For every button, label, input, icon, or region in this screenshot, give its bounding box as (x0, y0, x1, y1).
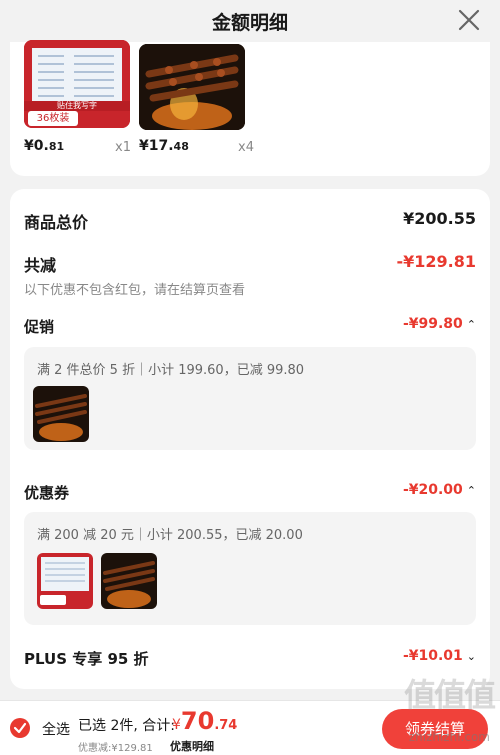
promo-product-thumb (33, 386, 89, 442)
promo-label: 促销 (24, 318, 55, 336)
product-image-strip: 贴住我写字 (24, 101, 130, 111)
plus-value-row[interactable]: -¥10.01 ⌄ (403, 648, 476, 664)
plus-value: -¥10.01 (402, 648, 463, 664)
select-all-label[interactable]: 全选 (42, 719, 70, 739)
total-int: 70 (180, 707, 215, 735)
caret-up-icon: ⌃ (466, 318, 476, 331)
product-image (139, 44, 245, 130)
coupon-label: 优惠券 (24, 484, 70, 502)
price-int: ¥0. (24, 138, 49, 154)
promo-detail: 满 2 件总价 5 折｜小计 199.60，已减 99.80 (37, 363, 305, 378)
plus-label: PLUS 专享 95 折 (24, 650, 149, 668)
watermark-url: zhizhizhi.com (408, 730, 490, 744)
amount-summary: 商品总价 ¥200.55 共减 -¥129.81 以下优惠不包含红包，请在结算页… (10, 189, 490, 689)
product-qty: x1 (115, 140, 131, 155)
product-list: 贴住我写字 36枚装 ¥0.81 x1 ¥17.48 x4 (10, 40, 490, 176)
selected-count: 已选 2件, 合计: (78, 718, 175, 734)
check-icon[interactable] (10, 718, 30, 738)
coupon-detail-box: 满 200 减 20 元｜小计 200.55，已减 20.00 (24, 512, 476, 625)
page-title: 金额明细 (211, 12, 288, 34)
price-dec: 48 (173, 140, 189, 153)
price-int: ¥17. (139, 138, 174, 154)
coupon-value-row[interactable]: -¥20.00 ⌃ (403, 482, 476, 498)
caret-up-icon: ⌃ (466, 484, 476, 497)
discount-detail-link[interactable]: 优惠明细 (170, 738, 214, 754)
coupon-detail: 满 200 减 20 元｜小计 200.55，已减 20.00 (37, 528, 303, 543)
total-dec: .74 (214, 718, 238, 733)
caret-down-icon: ⌄ (466, 650, 476, 663)
coupon-product-thumb (37, 553, 93, 609)
watermark: 值值值 (403, 676, 496, 714)
total-currency: ¥ (172, 717, 181, 733)
goods-total-value: ¥200.55 (403, 209, 476, 228)
total-off-value: -¥129.81 (396, 252, 476, 271)
promo-value: -¥99.80 (402, 316, 463, 332)
close-icon[interactable] (456, 7, 482, 33)
coupon-value: -¥20.00 (402, 482, 463, 498)
header: 金额明细 (0, 0, 500, 42)
product-image: 贴住我写字 36枚装 (24, 40, 130, 128)
product-price: ¥0.81 (24, 138, 64, 154)
product-qty: x4 (238, 140, 254, 155)
product-price: ¥17.48 (139, 138, 189, 154)
goods-total-label: 商品总价 (24, 213, 89, 232)
total-off-label: 共减 (24, 256, 57, 275)
total-amount: ¥70.74 (172, 707, 237, 735)
product-image-label: 36枚装 (28, 111, 78, 126)
discount-amount: 优惠减:¥129.81 (78, 743, 153, 754)
promo-value-row[interactable]: -¥99.80 ⌃ (403, 316, 476, 332)
total-off-note: 以下优惠不包含红包，请在结算页查看 (24, 283, 246, 298)
coupon-product-thumb (101, 553, 157, 609)
price-dec: 81 (48, 140, 65, 153)
promo-detail-box: 满 2 件总价 5 折｜小计 199.60，已减 99.80 (24, 347, 476, 450)
